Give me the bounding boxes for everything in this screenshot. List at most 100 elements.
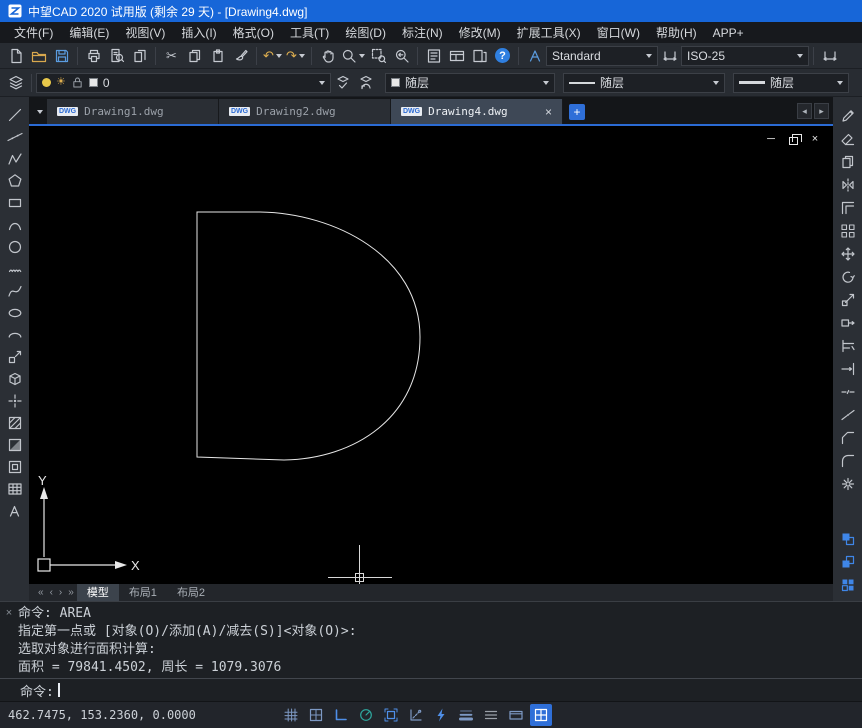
point-button[interactable] xyxy=(3,391,27,411)
menu-file[interactable]: 文件(F) xyxy=(6,24,61,41)
tab-model[interactable]: 模型 xyxy=(77,584,119,601)
make-block-button[interactable] xyxy=(3,369,27,389)
polyline-button[interactable] xyxy=(3,149,27,169)
linetype-select[interactable]: 随层 xyxy=(563,73,725,93)
extend-button[interactable] xyxy=(836,358,860,379)
insert-block-button[interactable] xyxy=(3,347,27,367)
design-center-button[interactable] xyxy=(445,45,468,67)
menu-dimension[interactable]: 标注(N) xyxy=(394,24,451,41)
menu-help[interactable]: 帮助(H) xyxy=(648,24,705,41)
scale-button[interactable] xyxy=(836,289,860,310)
tab-layout1[interactable]: 布局1 xyxy=(119,584,167,601)
help-button[interactable]: ? xyxy=(491,45,514,67)
color-select[interactable]: 随层 xyxy=(385,73,555,93)
next-layout-icon[interactable]: › xyxy=(56,587,65,598)
circle-button[interactable] xyxy=(3,237,27,257)
join-button[interactable] xyxy=(836,404,860,425)
break-button[interactable] xyxy=(836,381,860,402)
dock-toggle[interactable] xyxy=(505,704,527,726)
tool-palettes-button[interactable] xyxy=(468,45,491,67)
object-snap-toggle[interactable] xyxy=(380,704,402,726)
table-button[interactable] xyxy=(3,479,27,499)
redo-button[interactable]: ↷ xyxy=(284,45,307,67)
object-snap-tracking-toggle[interactable] xyxy=(405,704,427,726)
menu-edit[interactable]: 编辑(E) xyxy=(61,24,117,41)
tab-scroll-left-icon[interactable]: ◂ xyxy=(797,103,812,119)
copy-button[interactable] xyxy=(183,45,206,67)
save-button[interactable] xyxy=(50,45,73,67)
move-button[interactable] xyxy=(836,243,860,264)
line-button[interactable] xyxy=(3,105,27,125)
fillet-button[interactable] xyxy=(836,450,860,471)
status-menu-button[interactable] xyxy=(480,704,502,726)
menu-draw[interactable]: 绘图(D) xyxy=(337,24,394,41)
menu-express-tools[interactable]: 扩展工具(X) xyxy=(509,24,589,41)
first-layout-icon[interactable]: « xyxy=(35,587,47,598)
layer-select[interactable]: ☀ 0 xyxy=(36,73,331,93)
paste-button[interactable] xyxy=(206,45,229,67)
tab-scroll-right-icon[interactable]: ▸ xyxy=(814,103,829,119)
match-properties-button[interactable] xyxy=(229,45,252,67)
cut-button[interactable]: ✂ xyxy=(160,45,183,67)
copy-object-button[interactable] xyxy=(836,151,860,172)
new-tab-button[interactable]: + xyxy=(569,104,585,120)
menu-insert[interactable]: 插入(I) xyxy=(173,24,224,41)
trim-button[interactable] xyxy=(836,335,860,356)
gradient-button[interactable] xyxy=(3,435,27,455)
prev-layout-icon[interactable]: ‹ xyxy=(47,587,56,598)
lineweight-toggle[interactable] xyxy=(455,704,477,726)
tab-list-dropdown[interactable] xyxy=(31,99,47,124)
tab-drawing2[interactable]: DWG Drawing2.dwg xyxy=(219,99,391,124)
make-layer-current-button[interactable] xyxy=(331,72,354,94)
command-input-row[interactable]: 命令: xyxy=(0,679,862,701)
construction-line-button[interactable] xyxy=(3,127,27,147)
zoom-window-button[interactable] xyxy=(367,45,390,67)
tab-layout2[interactable]: 布局2 xyxy=(167,584,215,601)
ellipse-arc-button[interactable] xyxy=(3,325,27,345)
hatch-button[interactable] xyxy=(3,413,27,433)
pan-button[interactable] xyxy=(316,45,339,67)
ellipse-button[interactable] xyxy=(3,303,27,323)
polar-tracking-toggle[interactable] xyxy=(355,704,377,726)
layer-previous-button[interactable] xyxy=(354,72,377,94)
dim-style-button[interactable] xyxy=(658,45,681,67)
spline-button[interactable] xyxy=(3,281,27,301)
print-button[interactable] xyxy=(82,45,105,67)
mtext-button[interactable] xyxy=(3,501,27,521)
polygon-button[interactable] xyxy=(3,171,27,191)
menu-modify[interactable]: 修改(M) xyxy=(451,24,509,41)
new-button[interactable] xyxy=(4,45,27,67)
ortho-toggle[interactable] xyxy=(330,704,352,726)
properties-button[interactable] xyxy=(422,45,445,67)
menu-view[interactable]: 视图(V) xyxy=(117,24,173,41)
workspace-toggle[interactable] xyxy=(530,704,552,726)
text-style-button[interactable] xyxy=(523,45,546,67)
chamfer-button[interactable] xyxy=(836,427,860,448)
menu-app-plus[interactable]: APP+ xyxy=(705,26,752,40)
dim-edit-button[interactable] xyxy=(818,45,841,67)
mirror-button[interactable] xyxy=(836,174,860,195)
dynamic-input-toggle[interactable] xyxy=(430,704,452,726)
tab-drawing1[interactable]: DWG Drawing1.dwg xyxy=(47,99,219,124)
menu-tools[interactable]: 工具(T) xyxy=(282,24,337,41)
text-style-select[interactable]: Standard xyxy=(546,46,658,66)
tiled-squares-button[interactable] xyxy=(836,574,860,595)
lineweight-select[interactable]: 随层 xyxy=(733,73,849,93)
stacked-squares-button-2[interactable] xyxy=(836,551,860,572)
last-layout-icon[interactable]: » xyxy=(65,587,77,598)
offset-button[interactable] xyxy=(836,197,860,218)
array-button[interactable] xyxy=(836,220,860,241)
grid-toggle[interactable] xyxy=(280,704,302,726)
drawing-canvas[interactable]: ─ × Y X xyxy=(29,126,833,584)
snap-toggle[interactable] xyxy=(305,704,327,726)
menu-window[interactable]: 窗口(W) xyxy=(589,24,648,41)
rotate-button[interactable] xyxy=(836,266,860,287)
edit-properties-button[interactable] xyxy=(836,105,860,126)
stacked-squares-button-1[interactable] xyxy=(836,528,860,549)
close-tab-icon[interactable]: × xyxy=(545,105,552,119)
explode-button[interactable] xyxy=(836,473,860,494)
region-button[interactable] xyxy=(3,457,27,477)
erase-button[interactable] xyxy=(836,128,860,149)
menu-format[interactable]: 格式(O) xyxy=(225,24,282,41)
layer-properties-button[interactable] xyxy=(4,72,27,94)
